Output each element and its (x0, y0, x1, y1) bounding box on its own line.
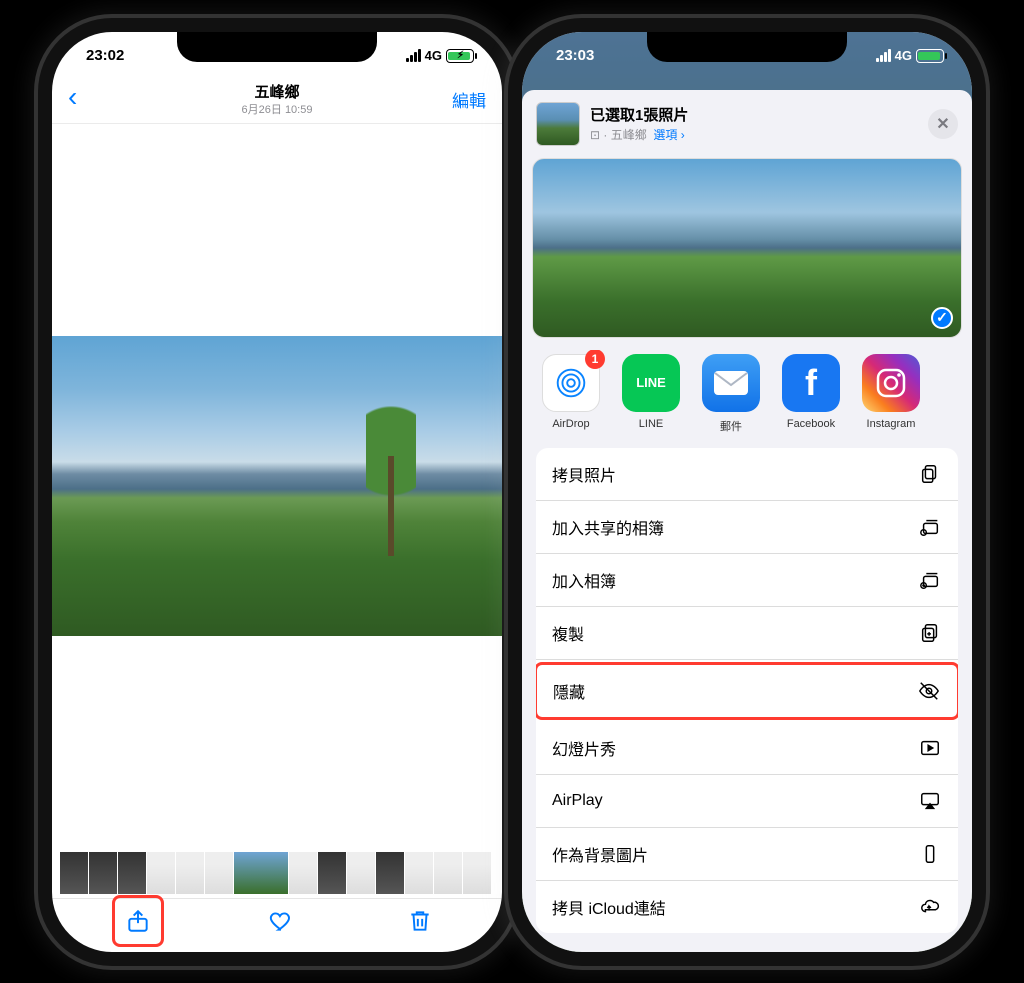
sheet-title-block: 已選取1張照片 ⊡ · 五峰鄉 選項 › (590, 104, 688, 143)
nav-subtitle: 6月26日 10:59 (128, 101, 426, 117)
action-label: 作為背景圖片 (552, 842, 648, 866)
status-bar: 23:03 4G (522, 32, 972, 76)
sheet-header: 已選取1張照片 ⊡ · 五峰鄉 選項 › ✕ (522, 90, 972, 152)
action-wallpaper[interactable]: 作為背景圖片 (536, 828, 958, 881)
action-label: 複製 (552, 621, 584, 645)
selected-checkmark: ✓ (931, 307, 953, 329)
copy-icon (918, 462, 942, 486)
status-right: 4G ⚡︎ (406, 48, 474, 63)
facebook-icon: f (782, 354, 840, 412)
heart-icon (268, 908, 294, 934)
action-add-shared-album[interactable]: 加入共享的相簿 (536, 501, 958, 554)
duplicate-icon (918, 621, 942, 645)
line-icon: LINE (622, 354, 680, 412)
action-copy-photo[interactable]: 拷貝照片 (536, 448, 958, 501)
airdrop-icon: 1 (542, 354, 600, 412)
battery-icon: ⚡︎ (446, 49, 474, 63)
photo-preview[interactable]: ✓ (532, 158, 962, 338)
album-icon (918, 568, 942, 592)
current-thumbnail[interactable] (234, 852, 288, 894)
back-button[interactable]: ‹ (68, 87, 128, 111)
share-sheet: 已選取1張照片 ⊡ · 五峰鄉 選項 › ✕ ✓ 1 AirDrop (522, 90, 972, 952)
action-label: 拷貝照片 (552, 462, 616, 486)
location-icon: ⊡ (590, 128, 600, 142)
action-label: 加入相簿 (552, 568, 616, 592)
share-button[interactable] (116, 899, 160, 943)
sheet-location: 五峰鄉 (611, 128, 647, 142)
phone-left: 23:02 4G ⚡︎ ‹ 五峰鄉 6月26日 10:59 編輯 (52, 32, 502, 952)
signal-icon (406, 49, 421, 62)
app-label: Instagram (867, 418, 916, 430)
app-label: AirDrop (552, 418, 589, 430)
sheet-thumbnail (536, 102, 580, 146)
share-highlight (112, 895, 164, 947)
app-line[interactable]: LINE LINE (622, 354, 680, 434)
actions-list: 拷貝照片 加入共享的相簿 加入相簿 複製 隱藏 (536, 448, 958, 933)
chevron-left-icon: ‹ (68, 81, 77, 112)
hide-icon (917, 679, 941, 703)
photos-screen: 23:02 4G ⚡︎ ‹ 五峰鄉 6月26日 10:59 編輯 (52, 32, 502, 952)
sheet-subtitle: ⊡ · 五峰鄉 選項 › (590, 126, 688, 143)
action-slideshow[interactable]: 幻燈片秀 (536, 722, 958, 775)
close-button[interactable]: ✕ (928, 109, 958, 139)
instagram-icon (862, 354, 920, 412)
action-airplay[interactable]: AirPlay (536, 775, 958, 828)
app-label: LINE (639, 418, 663, 430)
share-icon (125, 908, 151, 934)
options-link[interactable]: 選項 (653, 128, 677, 142)
delete-button[interactable] (398, 899, 442, 943)
action-hide[interactable]: 隱藏 (536, 662, 958, 720)
share-sheet-screen: 23:03 4G 已選取1張照片 ⊡ · 五峰鄉 選項 › ✕ (522, 32, 972, 952)
battery-icon (916, 49, 944, 63)
photo-viewer[interactable] (52, 124, 502, 848)
status-right: 4G (876, 48, 944, 63)
action-duplicate[interactable]: 複製 (536, 607, 958, 660)
sheet-title: 已選取1張照片 (590, 104, 688, 125)
action-label: 幻燈片秀 (552, 736, 616, 760)
favorite-button[interactable] (259, 899, 303, 943)
nav-title: 五峰鄉 (128, 81, 426, 102)
app-airdrop[interactable]: 1 AirDrop (542, 354, 600, 434)
network-label: 4G (425, 48, 442, 63)
app-label: 郵件 (720, 418, 742, 434)
airplay-icon (918, 789, 942, 813)
action-label: AirPlay (552, 792, 603, 810)
app-label: Facebook (787, 418, 835, 430)
photo-image (52, 336, 502, 636)
nav-bar: ‹ 五峰鄉 6月26日 10:59 編輯 (52, 76, 502, 124)
signal-icon (876, 49, 891, 62)
phone-right: 23:03 4G 已選取1張照片 ⊡ · 五峰鄉 選項 › ✕ (522, 32, 972, 952)
share-apps-row[interactable]: 1 AirDrop LINE LINE 郵件 f Facebook (522, 350, 972, 448)
wallpaper-icon (918, 842, 942, 866)
network-label: 4G (895, 48, 912, 63)
status-time: 23:02 (86, 47, 124, 64)
edit-button[interactable]: 編輯 (426, 87, 486, 112)
trash-icon (407, 908, 433, 934)
nav-title-area: 五峰鄉 6月26日 10:59 (128, 81, 426, 117)
action-label: 隱藏 (553, 679, 585, 703)
slideshow-icon (918, 736, 942, 760)
close-icon: ✕ (936, 114, 949, 134)
action-label: 加入共享的相簿 (552, 515, 664, 539)
action-icloud-link[interactable]: 拷貝 iCloud連結 (536, 881, 958, 933)
notch (177, 32, 377, 62)
shared-album-icon (918, 515, 942, 539)
icloud-link-icon (918, 895, 942, 919)
bottom-toolbar (52, 898, 502, 952)
chevron-right-icon: › (681, 128, 685, 142)
action-label: 拷貝 iCloud連結 (552, 895, 666, 919)
mail-icon (702, 354, 760, 412)
airdrop-badge: 1 (585, 350, 605, 369)
app-mail[interactable]: 郵件 (702, 354, 760, 434)
app-instagram[interactable]: Instagram (862, 354, 920, 434)
app-facebook[interactable]: f Facebook (782, 354, 840, 434)
action-add-album[interactable]: 加入相簿 (536, 554, 958, 607)
thumbnail-strip[interactable] (52, 848, 502, 898)
status-time: 23:03 (556, 47, 594, 64)
